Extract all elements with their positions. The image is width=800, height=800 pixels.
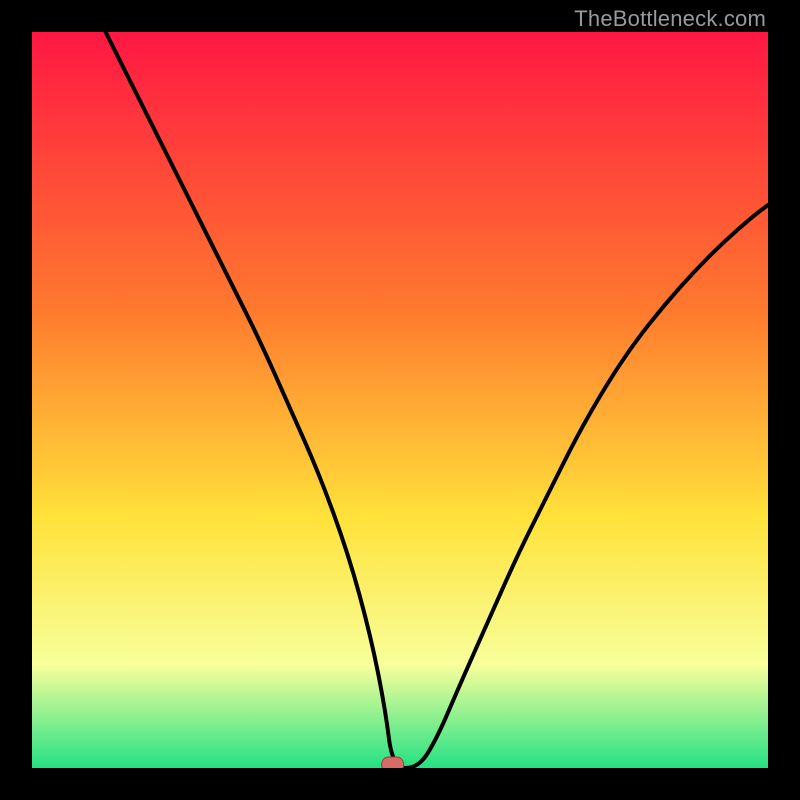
chart-frame: TheBottleneck.com [0,0,800,800]
chart-svg [32,32,768,768]
watermark-label: TheBottleneck.com [574,6,766,32]
plot-area [32,32,768,768]
optimal-marker [382,757,404,768]
gradient-background [32,32,768,768]
